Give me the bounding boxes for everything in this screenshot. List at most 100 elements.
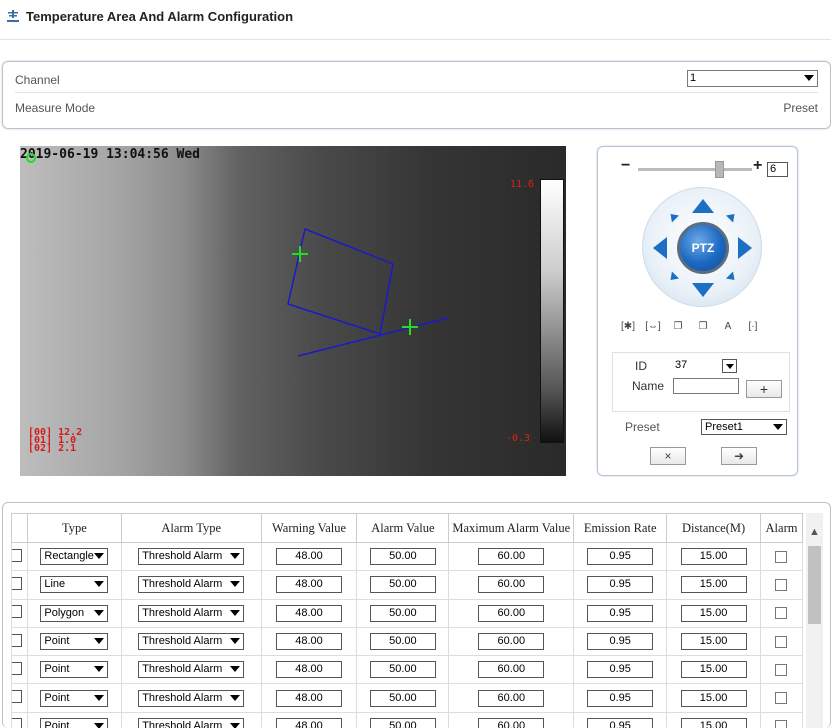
zoom-value-field[interactable]: 6 [767, 162, 788, 177]
alarm-value-input[interactable]: 50.00 [369, 576, 436, 594]
alarm-value-input[interactable]: 50.00 [369, 633, 436, 651]
delete-preset-button[interactable]: × [650, 447, 686, 465]
alarm-type-select[interactable]: Threshold Alarm [138, 633, 245, 651]
zoom-out-button[interactable]: − [621, 157, 630, 175]
channel-select[interactable]: 1 [687, 70, 818, 87]
rectangle-area[interactable] [287, 227, 394, 335]
pan-up-arrow-icon[interactable] [692, 199, 714, 213]
warning-value-input[interactable]: 48.00 [276, 576, 343, 594]
alarm-checkbox[interactable] [775, 607, 788, 620]
emission-rate-input[interactable]: 0.95 [587, 661, 654, 679]
row-select-checkbox[interactable] [12, 690, 22, 704]
alarm-type-cell: Threshold Alarm [120, 627, 262, 657]
type-select[interactable]: Point [40, 717, 109, 728]
emission-rate-input[interactable]: 0.95 [587, 717, 654, 728]
alarm-type-select[interactable]: Threshold Alarm [138, 604, 245, 622]
alarm-checkbox[interactable] [775, 550, 788, 563]
type-select[interactable]: Polygon [40, 604, 109, 622]
emission-rate-input[interactable]: 0.95 [587, 689, 654, 707]
emission-rate-input[interactable]: 0.95 [587, 576, 654, 594]
type-select[interactable]: Line [40, 576, 109, 594]
distance-input[interactable]: 15.00 [680, 548, 747, 566]
alarm-type-select[interactable]: Threshold Alarm [138, 548, 245, 566]
preset-select[interactable]: Preset1 [701, 419, 787, 435]
warning-value-input[interactable]: 48.00 [276, 604, 343, 622]
ptz-center-button[interactable]: PTZ [677, 222, 729, 274]
alarm-checkbox[interactable] [775, 578, 788, 591]
row-select-checkbox[interactable] [12, 633, 22, 647]
max-alarm-value-input[interactable]: 60.00 [478, 661, 545, 679]
line-area[interactable] [297, 317, 449, 357]
table-scrollbar[interactable]: ▲ [806, 513, 823, 728]
warning-cell: 48.00 [260, 655, 358, 685]
distance-input[interactable]: 15.00 [680, 604, 747, 622]
alarm-type-select[interactable]: Threshold Alarm [138, 576, 245, 594]
distance-input[interactable]: 15.00 [680, 576, 747, 594]
pan-down-arrow-icon[interactable] [692, 283, 714, 297]
type-select[interactable]: Point [40, 661, 109, 679]
type-select[interactable]: Rectangle [40, 548, 109, 566]
emission-rate-input[interactable]: 0.95 [587, 604, 654, 622]
alarm-checkbox[interactable] [775, 663, 788, 676]
lens-init-icon[interactable]: [·] [745, 319, 761, 333]
iris-close-icon[interactable]: ❐ [695, 319, 711, 333]
row-select-checkbox[interactable] [12, 718, 22, 728]
warning-value-input[interactable]: 48.00 [276, 633, 343, 651]
distance-input[interactable]: 15.00 [680, 689, 747, 707]
alarm-enable-cell [759, 599, 803, 628]
add-preset-button[interactable]: + [746, 380, 782, 398]
max-alarm-value-input[interactable]: 60.00 [478, 604, 545, 622]
warning-value-input[interactable]: 48.00 [276, 689, 343, 707]
alarm-type-select[interactable]: Threshold Alarm [138, 717, 245, 728]
thermal-video-preview[interactable]: 2019-06-19 13:04:56 Wed 11.6 -0.3 [00] 1… [20, 146, 566, 476]
id-select[interactable]: 37 [675, 359, 737, 374]
type-select[interactable]: Point [40, 633, 109, 651]
max-alarm-value-input[interactable]: 60.00 [478, 576, 545, 594]
max-alarm-value-input[interactable]: 60.00 [478, 717, 545, 728]
focus-near-icon[interactable]: [✱] [620, 319, 636, 333]
pan-up-left-arrow-icon[interactable] [666, 210, 680, 223]
alarm-value-input[interactable]: 50.00 [369, 689, 436, 707]
max-alarm-value-input[interactable]: 60.00 [478, 633, 545, 651]
type-select[interactable]: Point [40, 689, 109, 707]
warning-value-input[interactable]: 48.00 [276, 548, 343, 566]
table-row: Rectangle Threshold Alarm 48.00 50.00 60.00 0… [11, 542, 803, 572]
alarm-checkbox[interactable] [775, 720, 788, 728]
pan-down-right-arrow-icon[interactable] [725, 271, 739, 284]
pan-up-right-arrow-icon[interactable] [725, 210, 739, 223]
name-input[interactable] [673, 378, 739, 394]
zoom-slider-handle[interactable] [715, 161, 724, 178]
alarm-type-select[interactable]: Threshold Alarm [138, 689, 245, 707]
pan-left-arrow-icon[interactable] [653, 237, 667, 259]
alarm-value-input[interactable]: 50.00 [369, 604, 436, 622]
auto-focus-icon[interactable]: A [720, 319, 736, 333]
zoom-in-button[interactable]: + [753, 157, 762, 175]
zoom-slider-track[interactable] [638, 168, 752, 171]
row-select-checkbox[interactable] [12, 661, 22, 675]
row-select-checkbox[interactable] [12, 605, 22, 619]
alarm-value-input[interactable]: 50.00 [369, 717, 436, 728]
max-alarm-value-input[interactable]: 60.00 [478, 689, 545, 707]
pan-down-left-arrow-icon[interactable] [666, 271, 680, 284]
alarm-value-input[interactable]: 50.00 [369, 661, 436, 679]
row-select-checkbox[interactable] [12, 576, 22, 590]
emission-rate-input[interactable]: 0.95 [587, 548, 654, 566]
alarm-type-select[interactable]: Threshold Alarm [138, 661, 245, 679]
alarm-value-input[interactable]: 50.00 [369, 548, 436, 566]
scrollbar-thumb[interactable] [808, 546, 821, 624]
pan-right-arrow-icon[interactable] [738, 237, 752, 259]
distance-input[interactable]: 15.00 [680, 717, 747, 728]
scroll-up-icon[interactable]: ▲ [806, 525, 823, 539]
row-select-checkbox[interactable] [12, 548, 22, 562]
distance-input[interactable]: 15.00 [680, 661, 747, 679]
emission-rate-input[interactable]: 0.95 [587, 633, 654, 651]
warning-value-input[interactable]: 48.00 [276, 661, 343, 679]
alarm-checkbox[interactable] [775, 635, 788, 648]
max-alarm-value-input[interactable]: 60.00 [478, 548, 545, 566]
goto-preset-button[interactable]: ➜ [721, 447, 757, 465]
warning-value-input[interactable]: 48.00 [276, 717, 343, 728]
distance-input[interactable]: 15.00 [680, 633, 747, 651]
alarm-checkbox[interactable] [775, 692, 788, 705]
iris-open-icon[interactable]: ❐ [670, 319, 686, 333]
focus-far-icon[interactable]: [⇔] [645, 319, 661, 333]
